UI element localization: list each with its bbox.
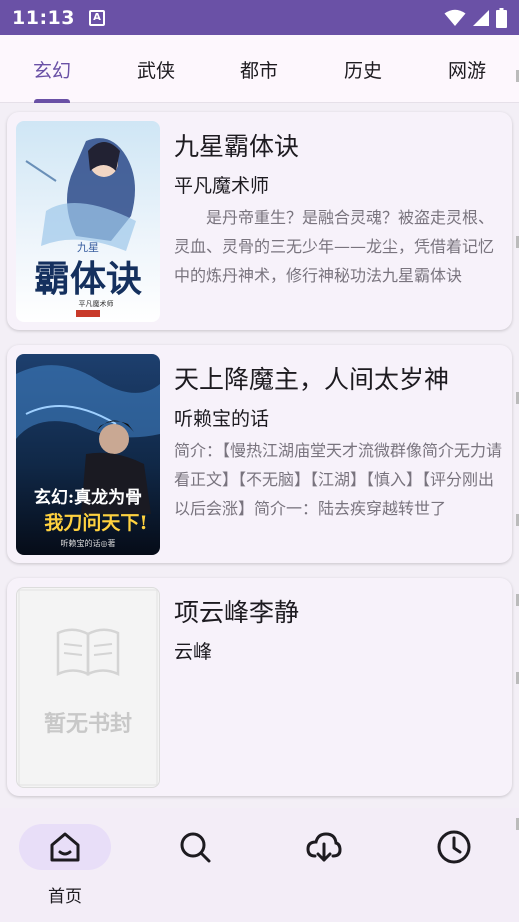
nav-home-label: 首页	[48, 887, 82, 907]
battery-icon	[496, 7, 507, 28]
tab-label: 历史	[343, 59, 382, 82]
book-cover: 九星 霸体诀 平凡魔术师	[16, 121, 160, 322]
book-cover: 玄幻:真龙为骨 我刀问天下! 听赖宝的话◎著	[16, 354, 160, 555]
book-card[interactable]: 暂无书封 项云峰李静 云峰	[7, 578, 512, 796]
tab-xuanhuan[interactable]: 玄幻	[0, 35, 104, 103]
nav-download-indicator	[278, 824, 370, 870]
history-clock-icon	[437, 830, 471, 864]
book-title: 天上降魔主，人间太岁神	[174, 365, 450, 394]
tab-wangyou[interactable]: 网游	[415, 35, 519, 103]
home-icon	[50, 832, 80, 862]
book-title: 九星霸体诀	[174, 132, 300, 161]
book-cover-placeholder: 暂无书封	[16, 587, 160, 788]
cover-author: 平凡魔术师	[79, 299, 114, 308]
tab-label: 玄幻	[32, 59, 71, 82]
book-description: 是丹帝重生？是融合灵魂？被盗走灵根、灵血、灵骨的三无少年——龙尘，凭借着记忆中的…	[174, 208, 495, 285]
nav-search-indicator	[149, 824, 241, 870]
cover-placeholder-text: 暂无书封	[44, 711, 132, 737]
nav-history[interactable]	[389, 824, 519, 914]
cover-title-line1: 玄幻:真龙为骨	[34, 487, 142, 508]
tab-dushi[interactable]: 都市	[207, 35, 311, 103]
nav-download[interactable]	[259, 824, 389, 914]
book-author: 听赖宝的话	[174, 408, 270, 430]
status-time: 11:13	[12, 6, 75, 29]
tab-label: 武侠	[136, 59, 175, 82]
category-tabs: 玄幻 武侠 都市 历史 网游	[0, 35, 519, 103]
book-title: 项云峰李静	[174, 598, 300, 627]
cover-main-title: 霸体诀	[34, 258, 142, 300]
tab-indicator	[34, 99, 70, 103]
cover-author: 听赖宝的话◎著	[61, 538, 116, 548]
bottom-navigation: 首页	[0, 808, 519, 922]
search-icon	[180, 832, 211, 863]
nav-home-indicator	[19, 824, 111, 870]
book-description: 简介：【慢热江湖庙堂天才流微群像简介无力请看正文】【不无脑】【江湖】【慎入】【评…	[174, 441, 503, 518]
notification-icon: A	[88, 9, 105, 26]
nav-search[interactable]	[130, 824, 260, 914]
tab-wuxia[interactable]: 武侠	[104, 35, 208, 103]
book-card[interactable]: 九星 霸体诀 平凡魔术师 九星霸体诀 平凡魔术师 是丹帝重生？是融合灵魂？被盗走…	[7, 112, 512, 330]
nav-home[interactable]: 首页	[0, 824, 130, 914]
tab-label: 都市	[239, 59, 278, 82]
book-card[interactable]: 玄幻:真龙为骨 我刀问天下! 听赖宝的话◎著 天上降魔主，人间太岁神 听赖宝的话…	[7, 345, 512, 563]
signal-icon	[473, 9, 489, 26]
tab-label: 网游	[447, 59, 486, 82]
tab-lishi[interactable]: 历史	[311, 35, 415, 103]
cloud-download-icon	[306, 832, 342, 862]
status-bar: 11:13 A	[0, 0, 519, 35]
book-author: 平凡魔术师	[174, 175, 270, 197]
cover-small-title: 九星	[77, 241, 99, 254]
cover-title-line2: 我刀问天下!	[44, 512, 147, 534]
wifi-icon	[444, 9, 466, 26]
book-author: 云峰	[174, 641, 213, 663]
nav-history-indicator	[408, 824, 500, 870]
